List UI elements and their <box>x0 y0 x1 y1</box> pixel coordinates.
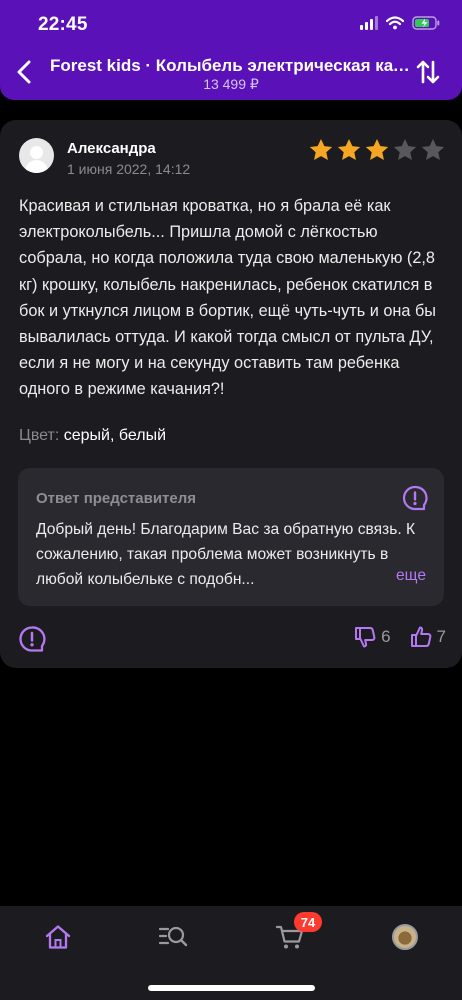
star-icon <box>421 138 445 160</box>
product-price: 13 499 ₽ <box>203 76 259 92</box>
profile-avatar <box>392 924 418 950</box>
back-button[interactable] <box>10 56 38 88</box>
product-title: Forest kids · Колыбель электрическая кач… <box>50 56 412 75</box>
star-icon <box>309 138 333 160</box>
review-votes: 6 7 <box>353 625 446 649</box>
tab-catalog[interactable] <box>153 920 193 954</box>
avatar-head-shape <box>30 146 43 159</box>
chevron-left-icon <box>17 60 31 84</box>
signal-icon <box>360 16 378 30</box>
review-card: Александра 1 июня 2022, 14:12 Красивая и… <box>0 120 462 668</box>
header: 22:45 Forest kids · Колыбель электрическ… <box>0 0 462 100</box>
reply-more-link[interactable]: еще <box>396 567 426 585</box>
color-value: серый, белый <box>63 427 166 444</box>
like-count: 7 <box>436 627 446 646</box>
catalog-search-icon <box>158 926 188 947</box>
star-icon <box>365 138 389 160</box>
review-color: Цвет: серый, белый <box>19 427 166 445</box>
status-icons <box>360 16 440 30</box>
star-icon <box>337 138 361 160</box>
status-bar: 22:45 <box>0 0 462 50</box>
review-text: Красивая и стильная кроватка, но я брала… <box>19 197 436 399</box>
star-icon <box>393 138 417 160</box>
tab-profile[interactable] <box>385 920 425 954</box>
cart-count-badge: 74 <box>294 912 322 932</box>
sort-button[interactable] <box>412 56 444 88</box>
dislike-count: 6 <box>381 627 391 646</box>
review-date: 1 июня 2022, 14:12 <box>67 161 191 177</box>
thumbs-up-icon <box>410 626 431 647</box>
sort-arrows-icon <box>416 60 440 84</box>
like-button[interactable]: 7 <box>409 625 446 649</box>
thumbs-down-icon <box>355 627 376 648</box>
tab-home[interactable] <box>38 920 78 954</box>
avatar-body-shape <box>25 160 48 173</box>
wifi-icon <box>386 16 404 30</box>
rating-stars <box>308 137 446 163</box>
color-label: Цвет: <box>19 427 60 444</box>
reply-text: Добрый день! Благодарим Вас за обратную … <box>36 521 416 588</box>
status-time: 22:45 <box>38 14 88 35</box>
reply-title: Ответ представителя <box>36 490 197 507</box>
tab-cart[interactable]: 74 <box>270 912 322 954</box>
author-avatar <box>19 138 54 173</box>
seller-reply: Ответ представителя Добрый день! Благода… <box>18 468 444 606</box>
report-review-icon[interactable] <box>18 625 46 653</box>
nav-bar: Forest kids · Колыбель электрическая кач… <box>0 50 462 96</box>
home-icon <box>45 925 71 949</box>
battery-icon <box>412 16 440 30</box>
home-indicator <box>148 985 315 991</box>
reply-report-icon[interactable] <box>402 485 428 511</box>
review-author: Александра <box>67 140 156 157</box>
dislike-button[interactable]: 6 <box>353 625 391 649</box>
